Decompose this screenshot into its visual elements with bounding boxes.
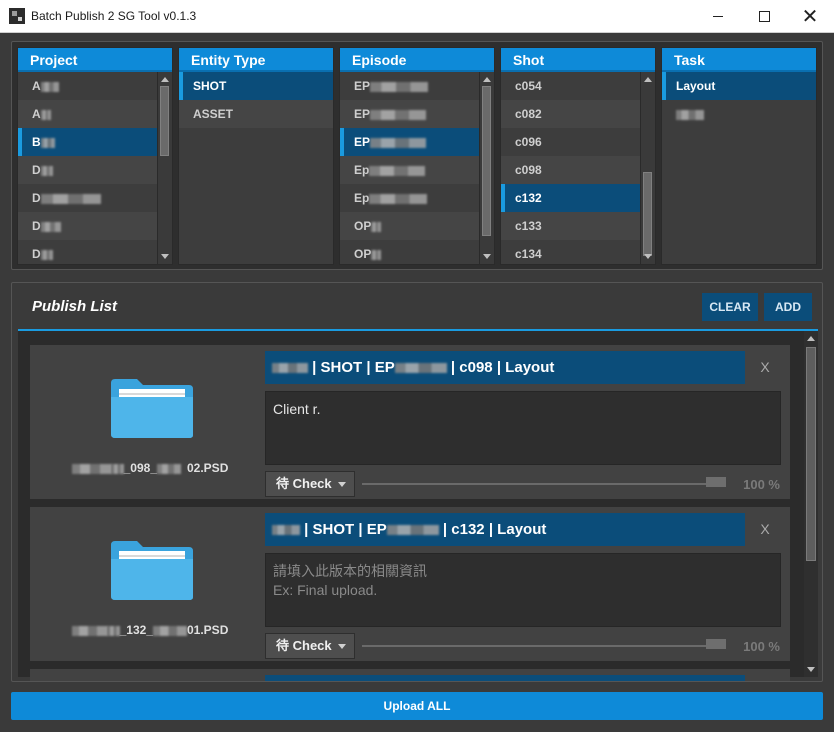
entity-type-item[interactable]: ASSET bbox=[179, 100, 333, 128]
entity-type-list: Entity Type SHOT ASSET bbox=[178, 47, 334, 265]
task-list: Task Layout bbox=[661, 47, 817, 265]
project-item[interactable]: D bbox=[18, 240, 172, 264]
scroll-thumb[interactable] bbox=[643, 172, 652, 256]
task-item[interactable] bbox=[662, 100, 816, 128]
remove-item-button[interactable]: X bbox=[755, 351, 775, 384]
project-item[interactable]: A bbox=[18, 72, 172, 100]
episode-list: Episode EP EP EP Ep Ep OP OP bbox=[339, 47, 495, 265]
scroll-up-arrow-icon[interactable] bbox=[161, 77, 169, 82]
shot-item[interactable]: c098 bbox=[501, 156, 655, 184]
episode-item[interactable]: OP bbox=[340, 240, 494, 264]
task-item-selected[interactable]: Layout bbox=[662, 72, 816, 100]
task-list-header: Task bbox=[662, 48, 816, 72]
scroll-down-arrow-icon[interactable] bbox=[161, 254, 169, 259]
episode-item[interactable]: EP bbox=[340, 72, 494, 100]
scroll-thumb[interactable] bbox=[806, 347, 816, 561]
publish-item-entity-tag: | SHOT | EP | c132 | Layout bbox=[265, 513, 745, 546]
scroll-up-arrow-icon[interactable] bbox=[807, 336, 815, 341]
shot-item[interactable]: c096 bbox=[501, 128, 655, 156]
episode-item[interactable]: Ep bbox=[340, 156, 494, 184]
folder-icon bbox=[111, 379, 193, 438]
scroll-down-arrow-icon[interactable] bbox=[644, 254, 652, 259]
app-icon bbox=[9, 8, 25, 24]
publish-file-name: _098_ 02.PSD bbox=[30, 461, 270, 475]
folder-icon bbox=[111, 541, 193, 600]
project-list-header: Project bbox=[18, 48, 172, 72]
shot-item[interactable]: c134 bbox=[501, 240, 655, 264]
add-button[interactable]: ADD bbox=[764, 293, 812, 321]
publish-scroll-area[interactable]: _098_ 02.PSD | SHOT | EP | c098 | Layout … bbox=[18, 331, 818, 681]
episode-item[interactable]: EP bbox=[340, 100, 494, 128]
project-item[interactable]: A bbox=[18, 100, 172, 128]
publish-item-entity-tag: | SHOT | EP | c098 | Layout bbox=[265, 351, 745, 384]
scroll-up-arrow-icon[interactable] bbox=[483, 77, 491, 82]
entity-type-item-selected[interactable]: SHOT bbox=[179, 72, 333, 100]
chevron-down-icon bbox=[338, 644, 346, 649]
clear-button[interactable]: CLEAR bbox=[702, 293, 758, 321]
upload-progress-bar bbox=[362, 639, 726, 649]
maximize-button[interactable] bbox=[741, 0, 787, 32]
upload-progress-percent: 100 % bbox=[743, 639, 780, 654]
close-window-button[interactable]: ✕ bbox=[787, 0, 833, 32]
project-item[interactable]: D bbox=[18, 212, 172, 240]
publish-notes-field[interactable]: 請填入此版本的相關資訊 Ex: Final upload. bbox=[265, 553, 781, 627]
status-dropdown[interactable]: 待 Check bbox=[265, 471, 355, 497]
shot-item-selected[interactable]: c132 bbox=[501, 184, 655, 212]
shot-list-header: Shot bbox=[501, 48, 655, 72]
project-scrollbar[interactable] bbox=[157, 72, 172, 264]
publish-notes-field[interactable]: Client r. bbox=[265, 391, 781, 465]
episode-scrollbar[interactable] bbox=[479, 72, 494, 264]
scroll-down-arrow-icon[interactable] bbox=[807, 667, 815, 672]
episode-item[interactable]: Ep bbox=[340, 184, 494, 212]
episode-list-header: Episode bbox=[340, 48, 494, 72]
shot-item[interactable]: c082 bbox=[501, 100, 655, 128]
scroll-thumb[interactable] bbox=[482, 86, 491, 236]
scroll-up-arrow-icon[interactable] bbox=[644, 77, 652, 82]
window-title: Batch Publish 2 SG Tool v0.1.3 bbox=[31, 9, 197, 23]
project-item[interactable]: D bbox=[18, 156, 172, 184]
publish-item bbox=[30, 669, 790, 681]
episode-item[interactable]: OP bbox=[340, 212, 494, 240]
scroll-down-arrow-icon[interactable] bbox=[483, 254, 491, 259]
remove-item-button[interactable]: X bbox=[755, 513, 775, 546]
minimize-button[interactable] bbox=[695, 0, 741, 32]
upload-progress-bar bbox=[362, 477, 726, 487]
shot-item[interactable]: c133 bbox=[501, 212, 655, 240]
publish-list-scrollbar[interactable] bbox=[804, 331, 818, 677]
shot-list: Shot c054 c082 c096 c098 c132 c133 c134 bbox=[500, 47, 656, 265]
upload-all-button[interactable]: Upload ALL bbox=[11, 692, 823, 720]
selection-lists-panel: Project A A B D D D D Entity Type SHOT A… bbox=[11, 41, 823, 270]
publish-file-name: _132_ 01.PSD bbox=[30, 623, 270, 637]
publish-list-title: Publish List bbox=[32, 298, 118, 315]
publish-list-panel: Publish List CLEAR ADD _098_ 02.PSD | SHO… bbox=[11, 282, 823, 682]
entity-type-list-header: Entity Type bbox=[179, 48, 333, 72]
project-item-selected[interactable]: B bbox=[18, 128, 172, 156]
publish-item-entity-tag bbox=[265, 675, 745, 681]
project-item[interactable]: D bbox=[18, 184, 172, 212]
publish-item: _098_ 02.PSD | SHOT | EP | c098 | Layout … bbox=[30, 345, 790, 499]
episode-item-selected[interactable]: EP bbox=[340, 128, 494, 156]
publish-item: _132_ 01.PSD | SHOT | EP | c132 | Layout … bbox=[30, 507, 790, 661]
project-list: Project A A B D D D D bbox=[17, 47, 173, 265]
shot-item[interactable]: c054 bbox=[501, 72, 655, 100]
chevron-down-icon bbox=[338, 482, 346, 487]
scroll-thumb[interactable] bbox=[160, 86, 169, 156]
title-bar: Batch Publish 2 SG Tool v0.1.3 ✕ bbox=[0, 0, 834, 33]
status-dropdown[interactable]: 待 Check bbox=[265, 633, 355, 659]
shot-scrollbar[interactable] bbox=[640, 72, 655, 264]
upload-progress-percent: 100 % bbox=[743, 477, 780, 492]
